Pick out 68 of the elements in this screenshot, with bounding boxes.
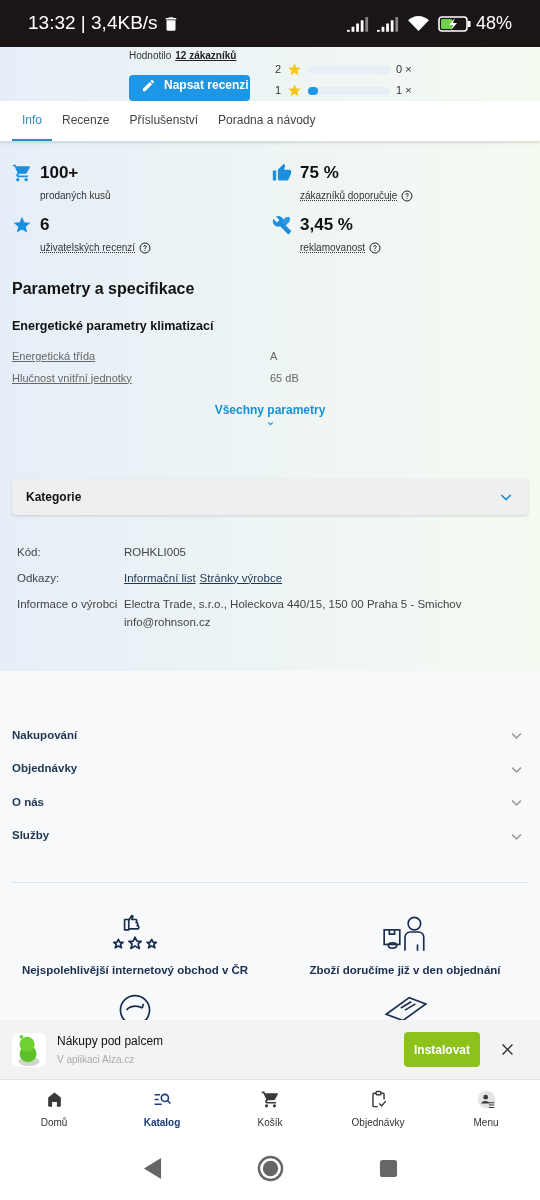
battery-icon bbox=[437, 14, 472, 33]
benefit-text: Zboží doručíme již v den objednání bbox=[309, 962, 501, 978]
group-title: Energetické parametry klimatizací bbox=[12, 318, 215, 335]
help-icon[interactable] bbox=[369, 241, 382, 254]
cart-icon bbox=[12, 163, 32, 183]
rating-count: 0 × bbox=[396, 62, 412, 78]
stat-label: zákazníků doporučuje bbox=[300, 189, 398, 203]
rating-count: 1 × bbox=[396, 83, 412, 99]
tab[interactable]: Poradna a návody bbox=[208, 101, 326, 141]
tools-icon bbox=[272, 215, 292, 235]
stat-value: 100+ bbox=[40, 162, 80, 184]
parameter-name[interactable]: Energetická třída bbox=[12, 347, 270, 365]
tab[interactable]: Příslušenství bbox=[119, 101, 209, 141]
star-icon bbox=[287, 83, 302, 98]
rating-icon bbox=[110, 914, 160, 951]
info-label: Odkazy: bbox=[17, 570, 61, 586]
wifi-icon bbox=[406, 14, 430, 33]
info-value: Electra Trade, s.r.o., Holeckova 440/15, 150 00 Praha 5 - Smichov info@rohnson.cz bbox=[124, 596, 463, 630]
back-icon[interactable] bbox=[142, 1156, 162, 1180]
customers-link[interactable]: 12 zákazníků bbox=[175, 48, 237, 63]
info-value: ROHKLI005 bbox=[124, 544, 187, 560]
parameter-value: A bbox=[270, 348, 279, 364]
battery-percent: 48% bbox=[475, 12, 512, 35]
nav-item[interactable]: Katalog bbox=[108, 1090, 216, 1140]
rated-by-label: Hodnotilo bbox=[129, 49, 172, 63]
nav-item[interactable]: Domů bbox=[0, 1090, 108, 1140]
nav-item[interactable]: Košík bbox=[216, 1090, 324, 1140]
stat-label: prodaných kusů bbox=[40, 189, 111, 203]
footer-accordion[interactable]: Služby bbox=[12, 819, 528, 853]
rating-number: 2 bbox=[275, 62, 283, 78]
banner-title: Nákupy pod palcem bbox=[57, 1033, 165, 1050]
footer-accordion[interactable]: Objednávky bbox=[12, 752, 528, 786]
star-icon bbox=[287, 62, 302, 77]
benefit-text: Nejspolehlivější internetový obchod v ČR bbox=[21, 962, 249, 978]
signal-icon bbox=[376, 15, 399, 32]
help-icon[interactable] bbox=[139, 241, 152, 254]
status-time: 13:32 | 3,4KB/s bbox=[28, 11, 158, 36]
pencil-icon bbox=[141, 77, 156, 93]
footer-accordion[interactable]: O nás bbox=[12, 785, 528, 820]
info-link[interactable]: Informační list bbox=[124, 568, 196, 587]
rating-number: 1 bbox=[275, 83, 283, 99]
footer-accordion[interactable]: Nakupování bbox=[12, 718, 528, 753]
recents-icon[interactable] bbox=[378, 1158, 398, 1178]
info-link[interactable]: Stránky výrobce bbox=[199, 568, 283, 587]
section-title: Parametry a specifikace bbox=[12, 279, 196, 299]
parameter-name[interactable]: Hlučnost vnitřní jednotky bbox=[12, 369, 270, 387]
home-button-icon[interactable] bbox=[256, 1154, 284, 1182]
category-accordion[interactable]: Kategorie bbox=[12, 478, 528, 515]
help-icon[interactable] bbox=[401, 189, 414, 202]
tab[interactable]: Recenze bbox=[52, 101, 120, 141]
stat-value: 6 bbox=[40, 214, 51, 236]
user-menu-icon bbox=[476, 1090, 496, 1109]
stat-value: 3,45 % bbox=[300, 214, 354, 236]
signal-icon bbox=[346, 15, 369, 32]
info-label: Informace o výrobci bbox=[17, 596, 119, 612]
nav-item[interactable]: Menu bbox=[432, 1090, 540, 1140]
banner-subtitle: V aplikaci Alza.cz bbox=[57, 1053, 136, 1067]
tab[interactable]: Info bbox=[12, 101, 52, 141]
stat-value: 75 % bbox=[300, 162, 340, 184]
info-label: Kód: bbox=[17, 544, 42, 560]
app-icon bbox=[12, 1032, 46, 1067]
stat-label: uživatelských recenzí bbox=[40, 241, 136, 255]
thumbs-up-icon bbox=[272, 163, 292, 183]
stat-label: reklamovanost bbox=[300, 241, 366, 255]
cart-icon bbox=[260, 1090, 280, 1109]
star-icon bbox=[12, 215, 32, 235]
nav-item[interactable]: Objednávky bbox=[324, 1090, 432, 1140]
parameter-value: 65 dB bbox=[270, 370, 300, 386]
